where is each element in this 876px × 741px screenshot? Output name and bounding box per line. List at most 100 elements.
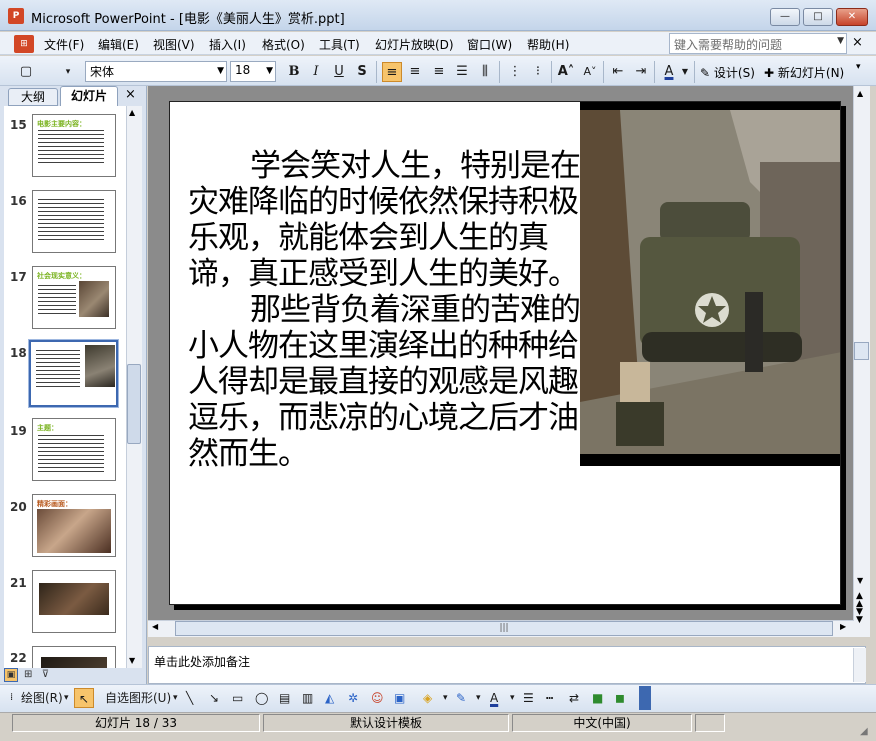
menu-view[interactable]: 视图(V)	[153, 36, 195, 53]
menu-slideshow[interactable]: 幻灯片放映(D)	[375, 36, 454, 53]
wordart-icon[interactable]: ◭	[325, 688, 334, 708]
toolbar-options-icon[interactable]: ▾	[856, 62, 861, 72]
align-left-icon[interactable]: ≡	[382, 62, 402, 82]
clipart-icon[interactable]: ☺	[371, 688, 384, 708]
vertical-textbox-icon[interactable]: ▥	[302, 688, 313, 708]
minimize-button[interactable]: —	[770, 8, 800, 26]
justify-icon[interactable]: ☰	[452, 62, 472, 82]
arrow-tool-icon[interactable]: ↘	[209, 688, 219, 708]
line-color-icon[interactable]: ✎	[456, 688, 466, 708]
document-icon[interactable]: ⊞	[14, 35, 34, 53]
font-color-icon[interactable]: A	[490, 688, 498, 708]
chevron-down-icon[interactable]: ▾	[443, 688, 448, 708]
numbered-list-icon[interactable]: ⋮	[505, 62, 525, 82]
font-color-icon[interactable]: A	[659, 62, 679, 82]
line-style-icon[interactable]: ☰	[523, 688, 534, 708]
bullet-list-icon[interactable]: ⁝	[528, 62, 548, 82]
design-template-name[interactable]: 默认设计模板	[263, 714, 509, 732]
chevron-down-icon[interactable]: ▾	[476, 688, 481, 708]
autoshapes-button[interactable]: 自选图形(U)	[105, 688, 171, 708]
slide-vertical-scrollbar[interactable]	[853, 86, 870, 637]
align-center-icon[interactable]: ≡	[405, 62, 425, 82]
close-window-button[interactable]: ✕	[836, 8, 868, 26]
menu-window[interactable]: 窗口(W)	[467, 36, 512, 53]
design-button[interactable]: ✎ 设计(S)	[700, 64, 755, 81]
tab-slides[interactable]: 幻灯片	[60, 86, 118, 106]
slide-canvas[interactable]: 学会笑对人生，特别是在灾难降临的时候依然保持积极乐观，就能体会到人生的真谛，真正…	[169, 101, 841, 605]
tab-outline[interactable]: 大纲	[8, 88, 58, 106]
maximize-button[interactable]: □	[803, 8, 833, 26]
3d-style-icon[interactable]: ◼	[615, 688, 625, 708]
shadow-button[interactable]: S	[352, 62, 372, 82]
arrow-style-icon[interactable]: ⇄	[569, 688, 579, 708]
chevron-down-icon[interactable]: ▼	[266, 66, 273, 76]
thumbnail-scroll-thumb[interactable]	[127, 364, 141, 444]
chevron-down-icon[interactable]: ▼	[217, 66, 224, 76]
decrease-font-icon[interactable]: A˅	[580, 62, 600, 82]
scroll-down-icon[interactable]: ▼	[857, 576, 863, 585]
align-right-icon[interactable]: ≡	[429, 62, 449, 82]
distribute-icon[interactable]: ⫼	[475, 62, 495, 82]
toolbar-options-icon[interactable]	[639, 686, 651, 710]
scroll-up-icon[interactable]: ▲	[129, 108, 135, 117]
chevron-down-icon[interactable]: ▼	[680, 62, 690, 82]
scroll-up-icon[interactable]: ▲	[857, 89, 863, 98]
next-slide-icon[interactable]: ▼ ▼	[856, 608, 863, 625]
shadow-style-icon[interactable]: ■	[592, 688, 603, 708]
menu-insert[interactable]: 插入(I)	[209, 36, 246, 53]
menu-edit[interactable]: 编辑(E)	[98, 36, 139, 53]
textbox-tool-icon[interactable]: ▤	[279, 688, 290, 708]
slide-thumbnail-22[interactable]	[32, 646, 116, 668]
slide-thumbnail-18[interactable]	[28, 339, 119, 408]
help-search-input[interactable]: 键入需要帮助的问题 ▼	[669, 33, 847, 54]
slide-scroll-thumb[interactable]	[854, 342, 869, 360]
scroll-left-icon[interactable]: ◀	[152, 622, 158, 631]
font-name-select[interactable]: 宋体 ▼	[85, 61, 227, 82]
slide-thumbnail-19[interactable]: 主题：	[32, 418, 116, 481]
italic-button[interactable]: I	[306, 62, 326, 82]
chevron-down-icon[interactable]: ▾	[64, 688, 69, 708]
rectangle-tool-icon[interactable]: ▭	[232, 688, 243, 708]
chevron-down-icon[interactable]: ▾	[510, 688, 515, 708]
notes-pane[interactable]: 单击此处添加备注	[148, 646, 866, 684]
new-slide-button[interactable]: ✚ 新幻灯片(N)	[764, 64, 844, 81]
close-pane-button[interactable]: ×	[125, 87, 136, 102]
fill-color-icon[interactable]: ◈	[423, 688, 432, 708]
oval-tool-icon[interactable]: ◯	[255, 688, 268, 708]
toolbar-options-icon[interactable]: ▾	[62, 62, 74, 82]
diagram-icon[interactable]: ✲	[348, 688, 358, 708]
resize-grip-icon[interactable]: ◢	[860, 726, 868, 737]
bold-button[interactable]: B	[284, 62, 304, 82]
line-tool-icon[interactable]: ╲	[186, 688, 193, 708]
close-document-button[interactable]: ×	[852, 35, 863, 50]
chevron-down-icon[interactable]: ▾	[173, 688, 178, 708]
slide-thumbnail-20[interactable]: 精彩画面：	[32, 494, 116, 557]
menu-file[interactable]: 文件(F)	[44, 36, 84, 53]
new-document-icon[interactable]: ▢	[16, 62, 36, 82]
slide-thumbnail-15[interactable]: 电影主要内容：	[32, 114, 116, 177]
select-pointer-icon[interactable]: ↖	[74, 688, 94, 708]
scroll-down-icon[interactable]: ▼	[129, 656, 135, 665]
increase-indent-icon[interactable]: ⇥	[631, 62, 651, 82]
draw-menu-button[interactable]: 绘图(R)	[21, 688, 63, 708]
font-size-select[interactable]: 18 ▼	[230, 61, 276, 82]
slide-thumbnail-17[interactable]: 社会现实意义：	[32, 266, 116, 329]
menu-tools[interactable]: 工具(T)	[319, 36, 360, 53]
menu-format[interactable]: 格式(O)	[262, 36, 305, 53]
slide-thumbnail-21[interactable]	[32, 570, 116, 633]
slide-sorter-icon[interactable]: ⊞	[21, 669, 35, 680]
picture-icon[interactable]: ▣	[394, 688, 405, 708]
powerpoint-app-icon[interactable]: P	[8, 8, 24, 24]
dash-style-icon[interactable]: ┅	[546, 688, 553, 708]
previous-slide-icon[interactable]: ▲ ▲	[856, 592, 863, 609]
notes-scrollbar[interactable]	[853, 648, 866, 682]
horizontal-scroll-thumb[interactable]: |||	[175, 621, 833, 636]
tank-street-photo[interactable]	[580, 102, 841, 466]
slide-thumbnail-16[interactable]	[32, 190, 116, 253]
normal-view-icon[interactable]: ▣	[4, 668, 18, 682]
increase-font-icon[interactable]: A˄	[556, 62, 576, 82]
slideshow-icon[interactable]: ⊽	[38, 669, 52, 680]
underline-button[interactable]: U	[329, 62, 349, 82]
scroll-right-icon[interactable]: ▶	[840, 622, 846, 631]
decrease-indent-icon[interactable]: ⇤	[608, 62, 628, 82]
